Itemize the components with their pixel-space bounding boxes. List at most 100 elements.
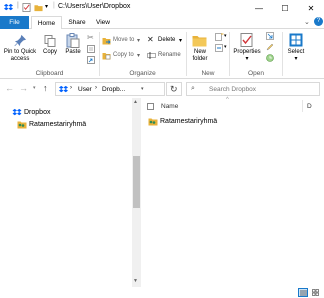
refresh-button[interactable]: ↻ — [166, 82, 182, 96]
new-folder-quick-icon[interactable] — [34, 3, 43, 12]
title-separator: | — [53, 2, 55, 9]
move-to-icon — [102, 38, 111, 45]
nav-scrollbar[interactable]: ▲ ▼ — [132, 98, 141, 287]
easy-access-icon[interactable] — [215, 44, 224, 52]
copy-to-button[interactable]: Copy to ▾ — [102, 51, 144, 61]
close-button[interactable]: ✕ — [298, 0, 324, 16]
new-folder-icon — [192, 36, 207, 47]
move-to-button[interactable]: Move to ▾ — [102, 36, 144, 46]
file-row[interactable]: Ratamestariryhmä — [146, 116, 296, 127]
nav-item-ratamestariryhma[interactable]: Ratamestariryhmä — [17, 120, 127, 130]
up-arrow-icon[interactable]: ↑ — [43, 83, 48, 93]
search-box[interactable]: ⌕ Search Dropbox — [186, 82, 320, 96]
file-name: Ratamestariryhmä — [160, 118, 218, 125]
history-icon[interactable] — [266, 54, 274, 62]
edit-icon[interactable] — [266, 43, 274, 51]
large-icons-view-button[interactable] — [311, 288, 321, 297]
navigation-bar: ← → ▾ ↑ › User › Dropb... ▾ ↻ ⌕ Search D… — [0, 80, 324, 98]
delete-icon: ✕ — [147, 35, 154, 44]
open-group-label: Open — [248, 70, 264, 77]
new-group-label: New — [201, 70, 215, 77]
navigation-pane: Dropbox Ratamestariryhmä — [0, 98, 142, 287]
new-folder-button[interactable]: New folder — [188, 32, 212, 68]
delete-dropdown-icon: ▾ — [179, 38, 183, 44]
cut-icon[interactable]: ✂ — [87, 33, 94, 42]
copy-path-icon[interactable] — [87, 45, 95, 53]
ribbon-tabs: File Home Share View ⌄ ? — [0, 16, 324, 30]
new-item-dropdown-icon[interactable]: ▾ — [224, 33, 227, 39]
dropbox-app-icon — [4, 3, 13, 12]
back-arrow-icon[interactable]: ← — [5, 83, 14, 93]
window-title: C:\Users\User\Dropbox — [58, 3, 131, 10]
rename-button[interactable]: Rename — [147, 51, 185, 61]
paste-icon — [66, 33, 80, 48]
nav-item-label: Ratamestariryhmä — [29, 121, 87, 128]
recent-locations-icon[interactable]: ▾ — [33, 85, 36, 91]
search-input[interactable]: Search Dropbox — [209, 86, 256, 93]
tab-view[interactable]: View — [92, 16, 114, 29]
paste-button[interactable]: Paste — [62, 32, 84, 68]
ribbon-expand-icon[interactable]: ⌄ — [304, 18, 310, 26]
help-icon[interactable]: ? — [314, 17, 323, 26]
easy-access-dropdown-icon[interactable]: ▾ — [224, 44, 227, 50]
search-icon: ⌕ — [191, 85, 195, 92]
file-list: ^ Name D Ratamestariryhmä — [142, 97, 324, 287]
details-view-icon — [300, 290, 307, 296]
select-all-checkbox[interactable] — [147, 103, 154, 110]
forward-arrow-icon[interactable]: → — [19, 83, 28, 93]
move-to-label: Move to — [113, 37, 135, 43]
properties-dropdown-icon: ▾ — [245, 56, 249, 62]
tab-share[interactable]: Share — [65, 16, 89, 29]
delete-button[interactable]: ✕ Delete ▾ — [147, 35, 185, 46]
large-icons-view-icon — [312, 289, 319, 296]
select-dropdown-icon: ▾ — [294, 56, 298, 62]
new-item-icon[interactable] — [215, 33, 224, 41]
copy-button[interactable]: Copy — [40, 32, 60, 68]
shared-folder-icon — [17, 121, 27, 129]
properties-label: Properties — [233, 49, 261, 55]
breadcrumb-dropbox[interactable]: Dropb... — [102, 86, 125, 93]
scroll-down-icon[interactable]: ▼ — [133, 278, 138, 284]
scroll-thumb[interactable] — [133, 156, 140, 208]
nav-item-label: Dropbox — [24, 109, 51, 116]
properties-button[interactable]: Properties ▾ — [231, 32, 263, 68]
move-to-dropdown-icon: ▾ — [137, 38, 141, 44]
paste-label: Paste — [65, 49, 81, 55]
address-bar[interactable]: › User › Dropb... ▾ — [55, 82, 165, 96]
copy-to-label: Copy to — [113, 52, 134, 58]
minimize-button[interactable]: — — [246, 0, 272, 16]
new-folder-label: New folder — [192, 49, 208, 62]
tab-file[interactable]: File — [0, 16, 29, 29]
scroll-up-icon[interactable]: ▲ — [133, 99, 138, 105]
tab-home[interactable]: Home — [31, 16, 62, 30]
details-view-button[interactable] — [298, 288, 308, 297]
select-icon — [289, 33, 303, 47]
rename-label: Rename — [158, 52, 181, 58]
dropbox-icon — [59, 85, 68, 93]
pin-icon — [14, 34, 27, 47]
copy-icon — [44, 35, 56, 47]
properties-quick-icon[interactable] — [22, 3, 31, 12]
column-header-name[interactable]: Name — [161, 103, 178, 110]
pin-to-quick-access-button[interactable]: Pin to Quick access — [2, 32, 38, 68]
dropbox-icon — [12, 108, 22, 116]
open-icon[interactable] — [266, 32, 274, 40]
maximize-button[interactable]: ☐ — [272, 0, 298, 16]
clipboard-group-label: Clipboard — [35, 70, 64, 77]
breadcrumb-user[interactable]: User — [78, 86, 92, 93]
paste-shortcut-icon[interactable] — [87, 56, 95, 64]
properties-icon — [240, 33, 253, 47]
organize-group-label: Organize — [129, 70, 156, 77]
rename-icon — [147, 52, 156, 59]
status-bar — [0, 287, 324, 298]
refresh-icon: ↻ — [170, 84, 178, 94]
pin-label: Pin to Quick access — [3, 49, 37, 62]
breadcrumb-separator-icon: › — [70, 85, 72, 91]
column-header-date[interactable]: D — [307, 103, 312, 110]
select-button[interactable]: Select ▾ — [285, 32, 307, 68]
copy-label: Copy — [42, 49, 57, 55]
copy-to-dropdown-icon: ▾ — [137, 53, 141, 59]
address-dropdown-icon[interactable]: ▾ — [141, 86, 144, 92]
nav-item-dropbox[interactable]: Dropbox — [12, 108, 122, 118]
column-divider[interactable] — [302, 100, 303, 112]
